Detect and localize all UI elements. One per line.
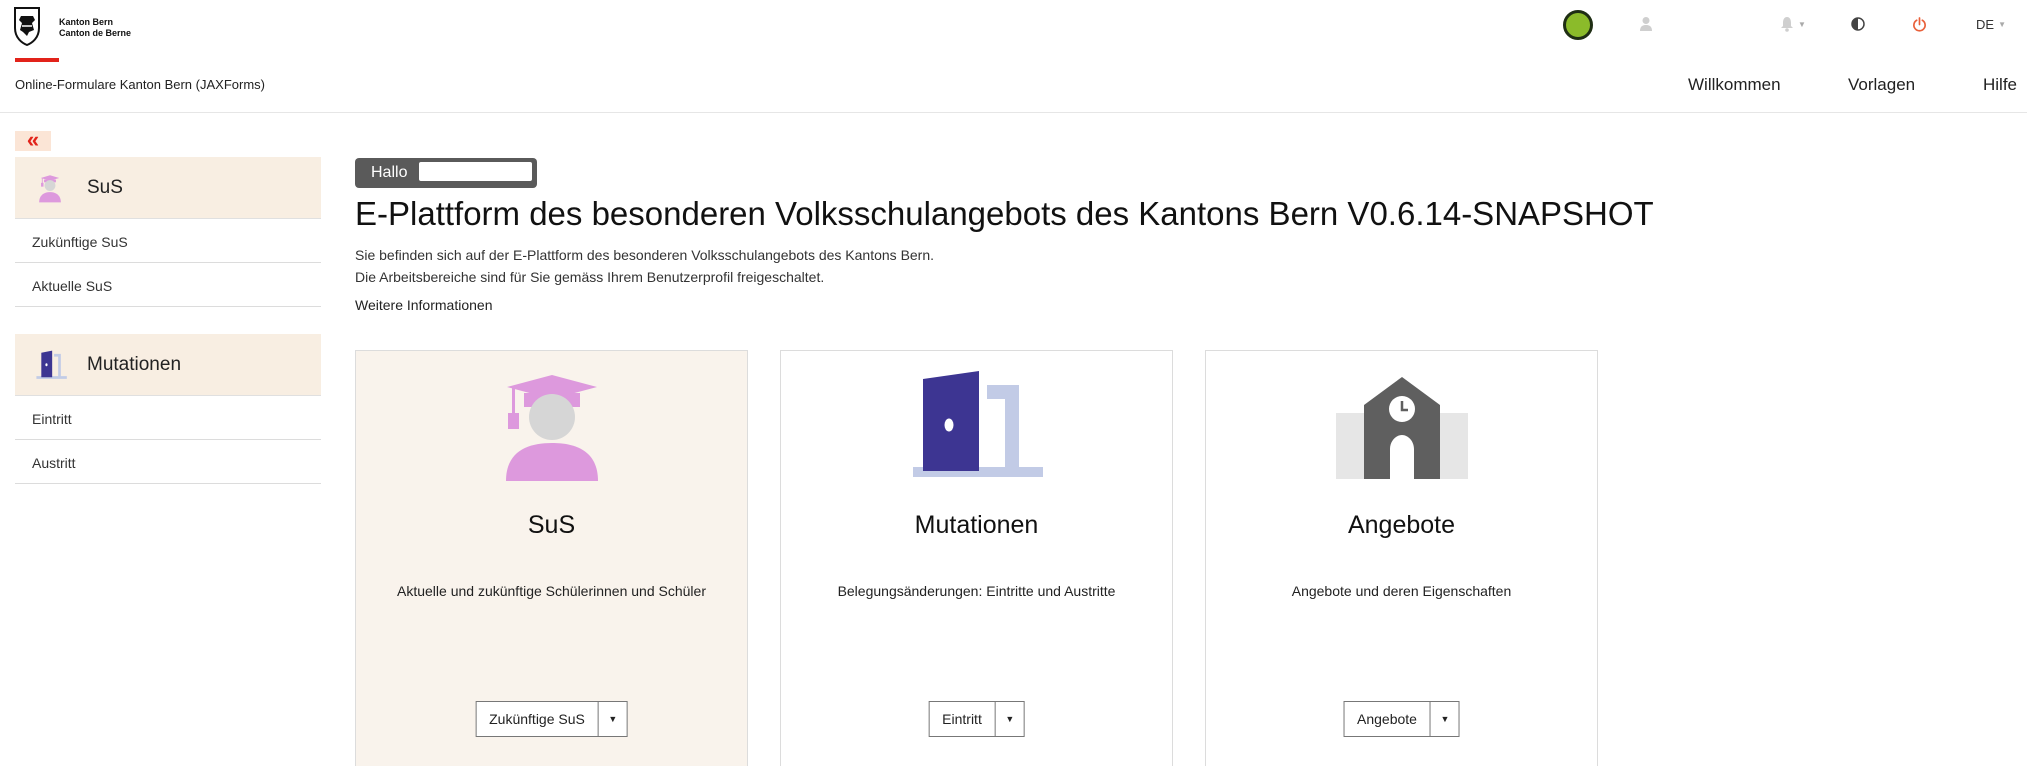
sidebar-collapse-button[interactable]: «	[15, 129, 51, 151]
door-icon	[36, 350, 67, 379]
sidebar-item-eintritt[interactable]: Eintritt	[15, 396, 321, 440]
header: Kanton Bern Canton de Berne Online-Formu…	[0, 0, 2027, 113]
sidebar-section-mutationen[interactable]: Mutationen	[15, 334, 321, 396]
more-info-link[interactable]: Weitere Informationen	[355, 297, 492, 313]
nav-vorlagen[interactable]: Vorlagen	[1848, 75, 1915, 95]
logo-line-2: Canton de Berne	[59, 28, 132, 38]
card-mutationen[interactable]: Mutationen Belegungsänderungen: Eintritt…	[780, 350, 1173, 766]
greeting-badge: Hallo	[355, 158, 537, 188]
school-icon	[1335, 377, 1468, 479]
chevron-down-icon: ▼	[1798, 19, 1806, 29]
logout-button[interactable]	[1912, 14, 1927, 34]
sidebar-section-sus[interactable]: SuS	[15, 157, 321, 219]
chevron-down-icon[interactable]: ▼	[599, 702, 627, 736]
contrast-icon	[1851, 17, 1865, 31]
card-sus[interactable]: SuS Aktuelle und zukünftige Schülerinnen…	[355, 350, 748, 766]
sidebar-section-label: Mutationen	[87, 354, 182, 375]
chevron-down-icon: ▼	[1998, 19, 2006, 29]
card-description: Angebote und deren Eigenschaften	[1291, 583, 1512, 599]
logo-text: Kanton Bern Canton de Berne	[59, 17, 131, 39]
username-field	[419, 162, 532, 181]
bell-icon	[1781, 17, 1793, 32]
intro-text: Sie befinden sich auf der E-Plattform de…	[355, 244, 934, 288]
nav-willkommen[interactable]: Willkommen	[1688, 75, 1781, 95]
nav-hilfe[interactable]: Hilfe	[1983, 75, 2017, 95]
sidebar-item-zukuenftige-sus[interactable]: Zukünftige SuS	[15, 219, 321, 263]
sidebar-item-austritt[interactable]: Austritt	[15, 440, 321, 484]
power-icon	[1913, 16, 1926, 32]
logo-line-1: Kanton Bern	[59, 17, 113, 27]
split-button-mutationen: Eintritt ▼	[928, 701, 1025, 737]
zukuenftige-sus-button[interactable]: Zukünftige SuS	[476, 702, 599, 736]
status-indicator[interactable]	[1563, 10, 1593, 40]
card-title: Angebote	[1347, 511, 1456, 539]
contrast-toggle[interactable]	[1851, 14, 1865, 34]
chevron-down-icon[interactable]: ▼	[1431, 702, 1459, 736]
student-icon	[505, 375, 598, 481]
page-title: E-Plattform des besonderen Volksschulang…	[355, 195, 1654, 232]
eintritt-button[interactable]: Eintritt	[929, 702, 996, 736]
language-label: DE	[1976, 16, 1995, 32]
card-angebote[interactable]: Angebote Angebote und deren Eigenschafte…	[1205, 350, 1598, 766]
sidebar-section-label: SuS	[87, 177, 123, 198]
bern-coat-of-arms-logo[interactable]	[13, 6, 41, 46]
card-title: Mutationen	[914, 511, 1039, 539]
user-icon	[1640, 17, 1652, 31]
split-button-sus: Zukünftige SuS ▼	[475, 701, 628, 737]
angebote-button[interactable]: Angebote	[1344, 702, 1431, 736]
intro-line-2: Die Arbeitsbereiche sind für Sie gemäss …	[355, 269, 825, 285]
app-title: Online-Formulare Kanton Bern (JAXForms)	[15, 77, 265, 92]
logo-red-bar	[15, 58, 59, 62]
chevron-down-icon[interactable]: ▼	[996, 702, 1024, 736]
user-menu[interactable]	[1639, 14, 1653, 34]
notifications-menu[interactable]: ▼	[1780, 14, 1806, 34]
student-icon	[39, 175, 61, 203]
greeting-label: Hallo	[371, 164, 408, 181]
sidebar-item-aktuelle-sus[interactable]: Aktuelle SuS	[15, 263, 321, 307]
door-icon	[912, 371, 1043, 477]
card-description: Belegungsänderungen: Eintritte und Austr…	[837, 583, 1116, 599]
intro-line-1: Sie befinden sich auf der E-Plattform de…	[355, 247, 935, 263]
split-button-angebote: Angebote ▼	[1343, 701, 1460, 737]
language-select[interactable]: DE ▼	[1976, 14, 2006, 34]
card-title: SuS	[527, 511, 576, 539]
card-description: Aktuelle und zukünftige Schülerinnen und…	[397, 583, 706, 599]
